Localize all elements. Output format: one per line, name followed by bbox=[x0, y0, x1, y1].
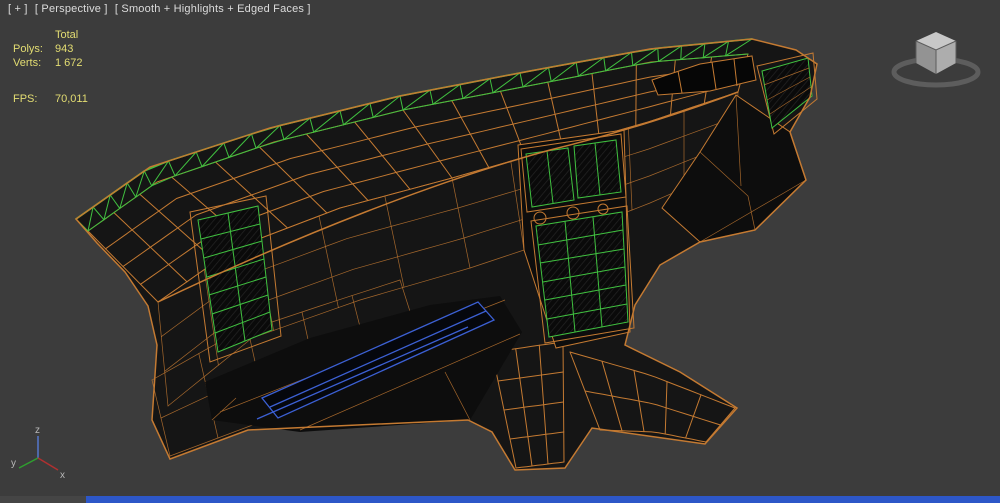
viewport-canvas[interactable] bbox=[0, 0, 1000, 503]
axis-tripod: z y x bbox=[8, 424, 70, 482]
viewport-view-menu[interactable]: [ Perspective ] bbox=[35, 3, 108, 15]
stats-polys-label: Polys: bbox=[13, 42, 55, 56]
axis-z-label: z bbox=[35, 425, 40, 436]
axis-x-line bbox=[38, 458, 58, 470]
axis-y-label: y bbox=[11, 458, 16, 469]
stats-verts-row: Verts: 1 672 bbox=[13, 56, 88, 70]
viewport-general-menu[interactable]: [ + ] bbox=[8, 3, 28, 15]
stats-polys-value: 943 bbox=[55, 42, 73, 56]
stats-fps-value: 70,011 bbox=[55, 92, 88, 106]
stats-polys-row: Polys: 943 bbox=[13, 42, 88, 56]
stats-fps-label: FPS: bbox=[13, 92, 55, 106]
viewport-shading-menu[interactable]: [ Smooth + Highlights + Edged Faces ] bbox=[115, 3, 311, 15]
stats-fps-row: FPS: 70,011 bbox=[13, 92, 88, 106]
stats-total-row: Total bbox=[13, 28, 88, 42]
stats-verts-label: Verts: bbox=[13, 56, 55, 70]
axis-x-label: x bbox=[60, 470, 65, 481]
bottom-bar bbox=[0, 496, 1000, 503]
main-viewport[interactable]: [ + ] [ Perspective ] [ Smooth + Highlig… bbox=[0, 0, 1000, 503]
bottom-bar-left-segment bbox=[0, 496, 86, 503]
statistics-overlay: Total Polys: 943 Verts: 1 672 FPS: 70,01… bbox=[13, 28, 88, 106]
axis-y-line bbox=[19, 458, 38, 468]
viewport-label: [ + ] [ Perspective ] [ Smooth + Highlig… bbox=[8, 3, 315, 15]
stats-spacer bbox=[13, 28, 55, 42]
stats-total-header: Total bbox=[55, 28, 78, 42]
stats-verts-value: 1 672 bbox=[55, 56, 83, 70]
view-cube[interactable] bbox=[886, 24, 986, 94]
